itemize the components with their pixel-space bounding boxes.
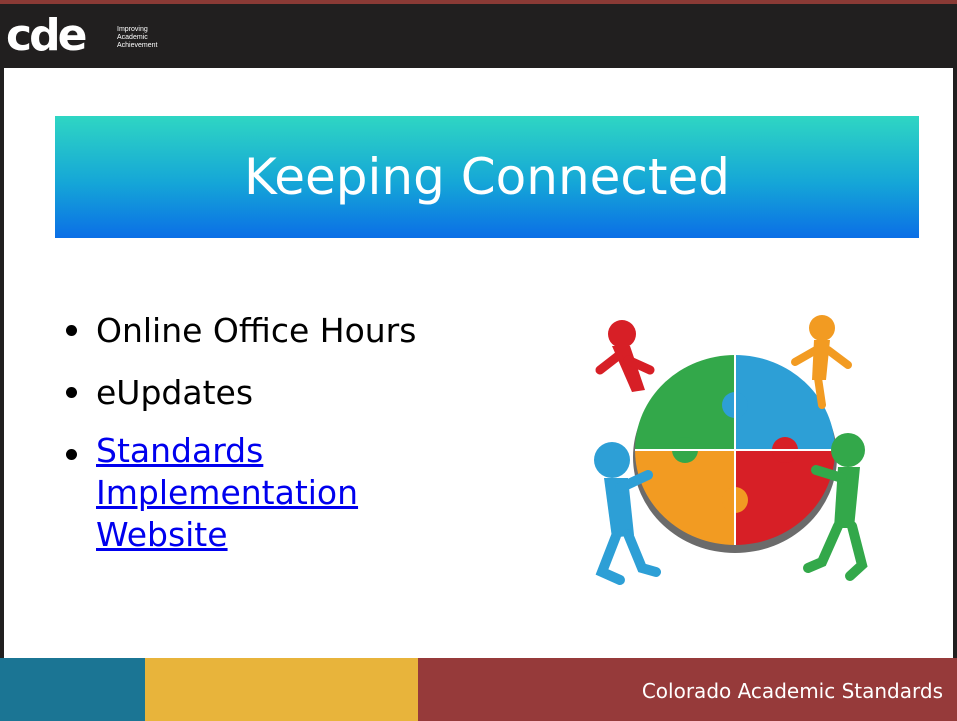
- bullet-text: eUpdates: [96, 373, 254, 412]
- title-banner: Keeping Connected: [55, 116, 919, 238]
- figure-red: [595, 320, 655, 392]
- logo-tagline: Improving Academic Achievement: [117, 26, 158, 49]
- bullet-dot-icon: [66, 387, 77, 398]
- bullet-item-eupdates: eUpdates: [62, 368, 522, 418]
- bullet-dot-icon: [66, 449, 77, 460]
- puzzle-people-circle-icon: [594, 315, 868, 585]
- footer-text: Colorado Academic Standards: [641, 679, 943, 703]
- header-bar: cde Improving Academic Achievement: [0, 0, 957, 68]
- footer-block-blue: [0, 658, 145, 721]
- bullet-item-website: Standards Implementation Website: [62, 430, 522, 556]
- bullet-dot-icon: [66, 325, 77, 336]
- standards-implementation-website-link[interactable]: Standards Implementation Website: [96, 430, 426, 556]
- slide-title: Keeping Connected: [243, 148, 730, 206]
- slide-border-right: [953, 68, 957, 658]
- bullet-list: Online Office Hours eUpdates Standards I…: [62, 306, 522, 556]
- logo-text: cde: [6, 10, 87, 61]
- bullet-item-online-office-hours: Online Office Hours: [62, 306, 522, 356]
- footer-block-yellow: [145, 658, 418, 721]
- slide-border-left: [0, 68, 4, 658]
- bullet-text: Online Office Hours: [96, 311, 417, 350]
